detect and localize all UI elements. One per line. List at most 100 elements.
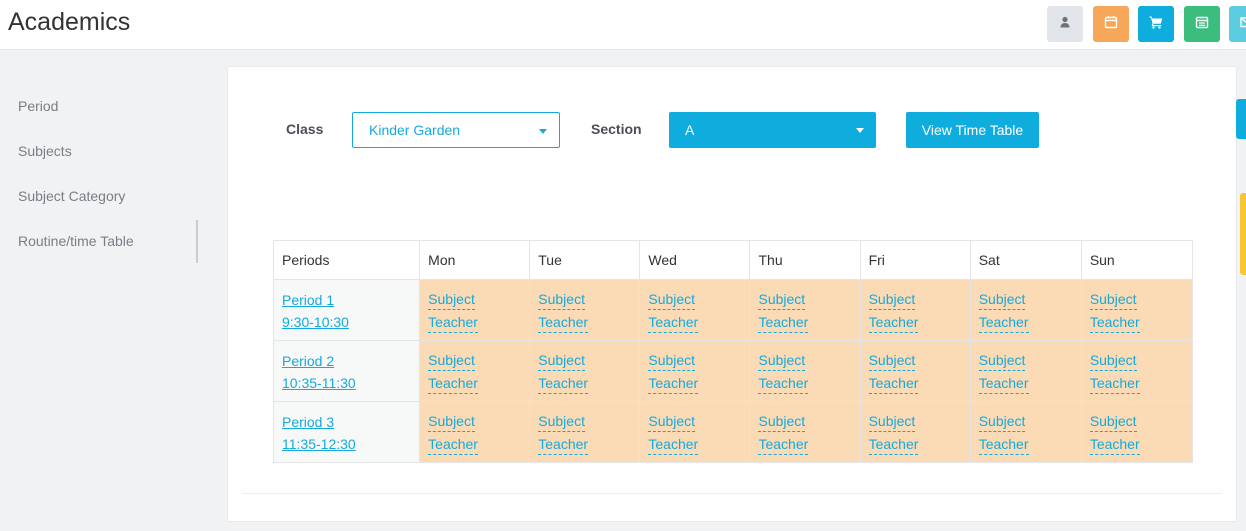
subject-link[interactable]: Subject <box>428 289 475 310</box>
schedule-slot-cell: Subject Teacher <box>419 340 531 402</box>
teacher-link[interactable]: Teacher <box>648 373 699 394</box>
calendar-check-icon <box>1195 15 1209 34</box>
period-time-link[interactable]: 11:35-12:30 <box>282 433 411 455</box>
subject-link[interactable]: Subject <box>428 411 475 432</box>
period-link[interactable]: Period 3 <box>282 411 411 433</box>
subject-link[interactable]: Subject <box>1089 289 1137 310</box>
subject-link[interactable]: Subject <box>538 289 585 310</box>
teacher-link[interactable]: Teacher <box>538 312 589 333</box>
teacher-link[interactable]: Teacher <box>428 312 478 333</box>
subject-link[interactable]: Subject <box>978 350 1026 371</box>
subject-link[interactable]: Subject <box>538 411 585 432</box>
teacher-link[interactable]: Teacher <box>868 312 919 333</box>
schedule-slot-cell: Subject Teacher <box>639 279 751 341</box>
subject-link[interactable]: Subject <box>1089 411 1137 432</box>
caret-down-icon <box>539 129 547 134</box>
caret-down-icon <box>856 128 864 133</box>
teacher-link[interactable]: Teacher <box>648 434 699 455</box>
period-time-link[interactable]: 9:30-10:30 <box>282 311 411 333</box>
subject-link[interactable]: Subject <box>758 350 806 371</box>
teacher-link[interactable]: Teacher <box>978 312 1029 333</box>
subject-link[interactable]: Subject <box>978 411 1026 432</box>
cart-button[interactable] <box>1138 6 1174 42</box>
subject-link[interactable]: Subject <box>868 411 916 432</box>
top-bar: Academics <box>0 0 1246 50</box>
period-time-link[interactable]: 10:35-11:30 <box>282 372 411 394</box>
schedule-slot-cell: Subject Teacher <box>969 401 1082 463</box>
subject-link[interactable]: Subject <box>1089 350 1137 371</box>
schedule-slot-cell: Subject Teacher <box>529 279 641 341</box>
schedule-slot-cell: Subject Teacher <box>859 401 971 463</box>
column-header-sat: Sat <box>969 240 1082 280</box>
subject-link[interactable]: Subject <box>758 289 806 310</box>
schedule-slot-cell: Subject Teacher <box>969 279 1082 341</box>
user-icon <box>1058 15 1072 34</box>
sidebar: Period Subjects Subject Category Routine… <box>0 50 226 531</box>
teacher-link[interactable]: Teacher <box>538 434 589 455</box>
schedule-slot-cell: Subject Teacher <box>419 401 531 463</box>
calendar-icon <box>1104 15 1118 34</box>
teacher-link[interactable]: Teacher <box>538 373 589 394</box>
period-link[interactable]: Period 1 <box>282 289 411 311</box>
teacher-link[interactable]: Teacher <box>868 373 919 394</box>
teacher-link[interactable]: Teacher <box>428 373 478 394</box>
sidebar-item-subject-category[interactable]: Subject Category <box>18 188 125 204</box>
subject-link[interactable]: Subject <box>648 289 696 310</box>
schedule-slot-cell: Subject Teacher <box>969 340 1082 402</box>
class-label: Class <box>286 121 324 137</box>
profile-button[interactable] <box>1047 6 1083 42</box>
cart-icon <box>1149 15 1163 34</box>
column-header-fri: Fri <box>859 240 971 280</box>
period-link[interactable]: Period 2 <box>282 350 411 372</box>
schedule-slot-cell: Subject Teacher <box>859 279 971 341</box>
teacher-link[interactable]: Teacher <box>758 434 809 455</box>
side-tab-blue[interactable] <box>1236 99 1246 139</box>
teacher-link[interactable]: Teacher <box>758 312 809 333</box>
section-select[interactable]: A <box>669 112 876 148</box>
teacher-link[interactable]: Teacher <box>648 312 699 333</box>
teacher-link[interactable]: Teacher <box>978 434 1029 455</box>
schedule-slot-cell: Subject Teacher <box>749 340 861 402</box>
subject-link[interactable]: Subject <box>978 289 1026 310</box>
subject-link[interactable]: Subject <box>428 350 475 371</box>
table-row: Period 2 10:35-11:30 Subject Teacher Subject… <box>272 340 1194 402</box>
divider <box>242 493 1222 494</box>
mail-button[interactable] <box>1229 6 1246 42</box>
sidebar-item-period[interactable]: Period <box>18 98 58 114</box>
schedule-slot-cell: Subject Teacher <box>859 340 971 402</box>
subject-link[interactable]: Subject <box>648 350 696 371</box>
subject-link[interactable]: Subject <box>538 350 585 371</box>
view-time-table-button[interactable]: View Time Table <box>906 112 1039 148</box>
teacher-link[interactable]: Teacher <box>428 434 478 455</box>
schedule-slot-cell: Subject Teacher <box>1080 401 1194 463</box>
teacher-link[interactable]: Teacher <box>1089 312 1140 333</box>
subject-link[interactable]: Subject <box>758 411 806 432</box>
schedule-button[interactable] <box>1184 6 1220 42</box>
sidebar-item-routine-time-table[interactable]: Routine/time Table <box>18 233 134 249</box>
column-header-periods: Periods <box>272 240 421 280</box>
schedule-slot-cell: Subject Teacher <box>639 340 751 402</box>
side-tab-yellow[interactable] <box>1240 193 1246 275</box>
schedule-slot-cell: Subject Teacher <box>749 279 861 341</box>
subject-link[interactable]: Subject <box>648 411 696 432</box>
teacher-link[interactable]: Teacher <box>868 434 919 455</box>
section-select-value: A <box>685 122 695 138</box>
schedule-slot-cell: Subject Teacher <box>1080 340 1194 402</box>
sidebar-item-subjects[interactable]: Subjects <box>18 143 72 159</box>
teacher-link[interactable]: Teacher <box>758 373 809 394</box>
schedule-slot-cell: Subject Teacher <box>419 279 531 341</box>
timetable-header-row: Periods Mon Tue Wed Thu Fri Sat Sun <box>272 240 1194 280</box>
class-select[interactable]: Kinder Garden <box>352 112 560 148</box>
teacher-link[interactable]: Teacher <box>1089 373 1140 394</box>
teacher-link[interactable]: Teacher <box>978 373 1029 394</box>
period-cell: Period 2 10:35-11:30 <box>272 340 421 402</box>
subject-link[interactable]: Subject <box>868 289 916 310</box>
column-header-thu: Thu <box>749 240 861 280</box>
class-select-value: Kinder Garden <box>369 122 461 138</box>
teacher-link[interactable]: Teacher <box>1089 434 1140 455</box>
calendar-button[interactable] <box>1093 6 1129 42</box>
period-cell: Period 3 11:35-12:30 <box>272 401 421 463</box>
subject-link[interactable]: Subject <box>868 350 916 371</box>
table-row: Period 3 11:35-12:30 Subject Teacher Subject… <box>272 401 1194 463</box>
schedule-slot-cell: Subject Teacher <box>529 340 641 402</box>
